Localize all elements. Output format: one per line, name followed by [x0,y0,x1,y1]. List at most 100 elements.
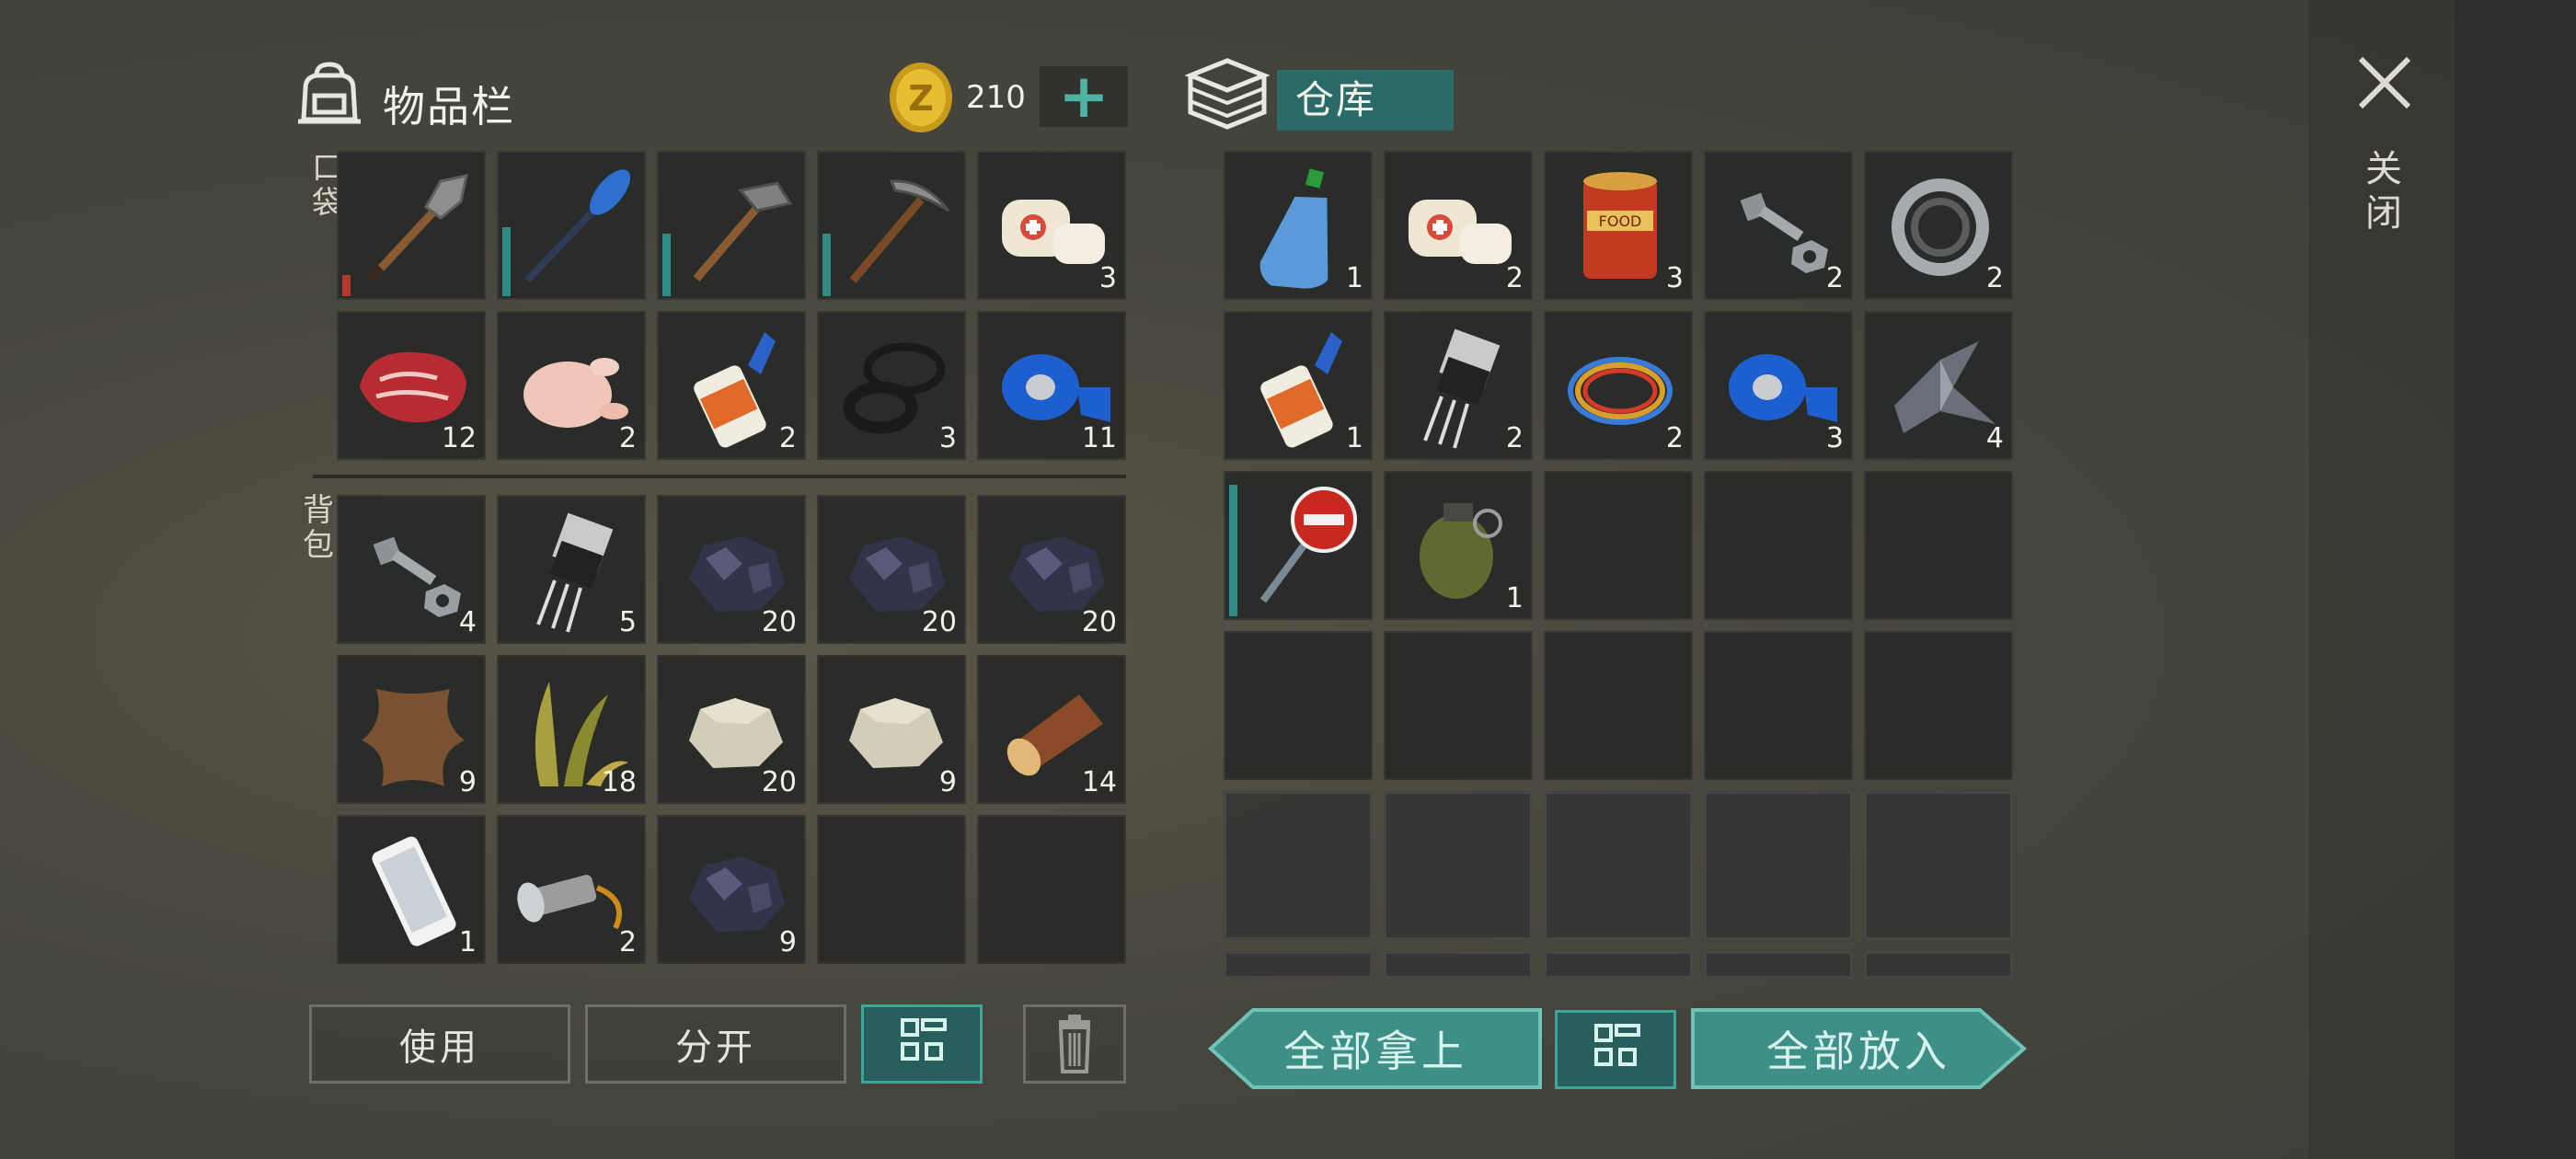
section-divider [313,475,1126,478]
item-slot[interactable] [337,151,486,300]
item-count: 20 [1081,606,1117,638]
item-slot[interactable]: 3 [1704,311,1853,460]
item-slot[interactable]: 9 [817,655,966,804]
locked-slot [1384,791,1533,940]
item-count: 3 [938,422,957,454]
item-slot[interactable]: 4 [337,495,486,644]
trash-button[interactable] [1023,1004,1126,1084]
stop-sign-icon [1259,487,1357,603]
item-count: 9 [938,766,957,798]
coin-count: 210 [966,79,1026,116]
item-slot[interactable]: 2 [497,311,646,460]
item-count: 9 [458,766,477,798]
item-slot[interactable]: 9 [337,655,486,804]
item-slot[interactable]: 5 [497,495,646,644]
item-count: 2 [1825,262,1844,294]
durability-bar [662,234,671,296]
take-all-label: 全部拿上 [1283,1027,1467,1076]
empty-slot[interactable] [1704,631,1853,780]
item-slot[interactable]: 2 [1384,151,1533,300]
item-count: 14 [1081,766,1117,798]
stone-hammer-icon [693,181,793,281]
durability-bar [342,275,351,296]
item-slot[interactable]: 1 [1224,311,1373,460]
durability-bar [502,227,511,296]
empty-slot[interactable] [1544,471,1693,620]
empty-slot[interactable] [1704,471,1853,620]
empty-slot[interactable] [1544,631,1693,780]
empty-slot[interactable] [1864,631,2013,780]
locked-slot [1704,791,1853,940]
sort-storage-button[interactable] [1555,1010,1676,1089]
item-slot[interactable]: 4 [1864,311,2013,460]
grid-sort-icon [901,1018,947,1061]
empty-slot[interactable] [1224,631,1373,780]
item-count: 9 [778,926,797,958]
locked-slot [1864,951,2013,979]
item-slot[interactable]: 12 [337,311,486,460]
sort-inventory-button[interactable] [861,1004,983,1084]
backpack-section-label: 背包 [303,492,334,564]
item-count: 1 [1505,582,1524,614]
item-slot[interactable]: 2 [1384,311,1533,460]
item-slot[interactable]: 20 [657,655,806,804]
item-slot[interactable]: 3 [817,311,966,460]
item-slot[interactable]: 14 [977,655,1126,804]
item-slot[interactable]: 2 [657,311,806,460]
item-count: 20 [761,766,797,798]
shovel-icon [366,174,468,283]
locked-slot [1224,951,1373,979]
item-slot[interactable]: 20 [977,495,1126,644]
item-count: 2 [1505,422,1524,454]
item-slot[interactable]: 1 [1224,151,1373,300]
item-slot[interactable]: 3 [977,151,1126,300]
backpack-icon [298,62,361,124]
close-label[interactable]: 关闭 [2359,147,2409,235]
item-slot[interactable]: 1 [1384,471,1533,620]
item-slot[interactable]: 18 [497,655,646,804]
item-slot[interactable]: 1 [337,815,486,964]
add-coins-button[interactable]: + [1040,66,1128,127]
item-count: 1 [1345,422,1363,454]
put-all-button[interactable]: 全部放入 [1689,1006,2028,1091]
item-count: 5 [618,606,637,638]
put-all-label: 全部放入 [1766,1027,1950,1076]
item-slot[interactable]: 2 [497,815,646,964]
item-count: 3 [1825,422,1844,454]
item-count: 3 [1665,262,1684,294]
locked-slot [1864,791,2013,940]
plus-icon: + [1058,61,1110,132]
pickaxe-icon [849,179,950,283]
item-slot[interactable] [497,151,646,300]
item-slot[interactable] [817,151,966,300]
item-slot[interactable]: 2 [1544,311,1693,460]
svg-text:FOOD: FOOD [1599,212,1642,230]
item-count: 2 [1665,422,1684,454]
take-all-button[interactable]: 全部拿上 [1207,1006,1544,1091]
storage-box-icon [1185,58,1270,130]
trash-icon [1058,1015,1091,1073]
coin-icon: Z [890,63,952,132]
empty-slot[interactable] [977,815,1126,964]
grid-sort-icon [1594,1024,1640,1066]
inventory-title: 物品栏 [383,82,515,132]
use-button[interactable]: 使用 [309,1004,570,1084]
split-button[interactable]: 分开 [585,1004,846,1084]
storage-tab[interactable]: 仓库 [1277,70,1454,131]
item-slot[interactable]: 2 [1864,151,2013,300]
item-slot[interactable] [1224,471,1373,620]
item-slot[interactable]: 11 [977,311,1126,460]
item-slot[interactable] [657,151,806,300]
item-count: 18 [601,766,637,798]
empty-slot[interactable] [817,815,966,964]
item-slot[interactable]: 9 [657,815,806,964]
item-count: 2 [1985,262,2004,294]
item-slot[interactable]: FOOD 3 [1544,151,1693,300]
empty-slot[interactable] [1864,471,2013,620]
item-count: 4 [458,606,477,638]
empty-slot[interactable] [1384,631,1533,780]
close-icon[interactable] [2350,55,2420,110]
item-slot[interactable]: 20 [817,495,966,644]
item-slot[interactable]: 2 [1704,151,1853,300]
item-slot[interactable]: 20 [657,495,806,644]
